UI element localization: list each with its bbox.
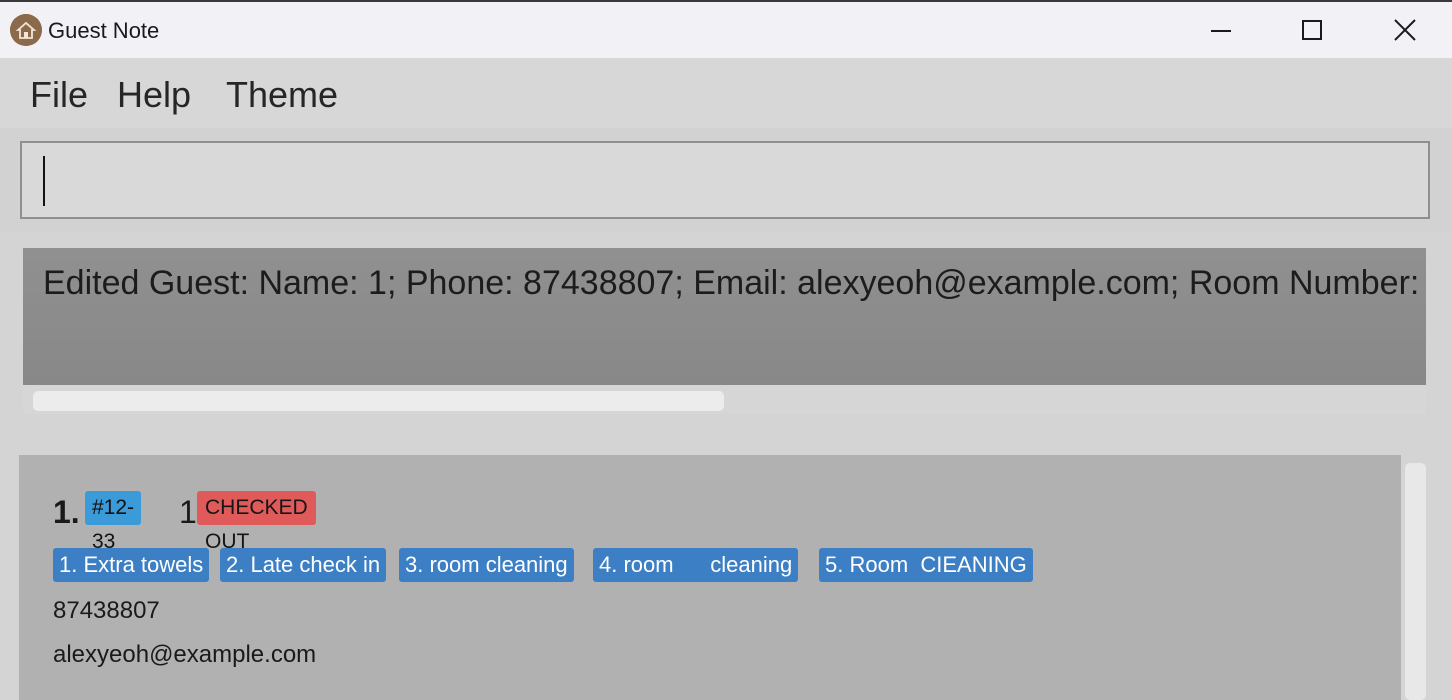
guest-phone: 87438807 — [53, 597, 160, 624]
window-title: Guest Note — [48, 18, 160, 43]
text-caret — [43, 156, 45, 206]
minimize-button[interactable] — [1198, 14, 1244, 48]
result-display: Edited Guest: Name: 1; Phone: 87438807; … — [23, 248, 1426, 414]
request-tag: 1. Extra towels — [53, 548, 210, 582]
guest-email: alexyeoh@example.com — [53, 641, 317, 668]
room-number-tag: #12-33 — [85, 491, 142, 553]
title-bar: Guest Note — [0, 0, 1452, 58]
command-area — [0, 128, 1452, 232]
request-tag: 5. Room CIEANING — [819, 548, 1033, 582]
menu-help[interactable]: Help — [117, 74, 191, 116]
maximize-button[interactable] — [1289, 14, 1335, 48]
guest-name: 1 — [179, 494, 197, 530]
menu-bar: File Help Theme — [0, 58, 1452, 128]
request-tag: 3. room cleaning — [399, 548, 574, 582]
guest-list[interactable]: 1. #12-33 1 CHECKED OUT 1. Extra towels … — [19, 455, 1401, 700]
menu-theme[interactable]: Theme — [226, 74, 338, 116]
close-button[interactable] — [1382, 14, 1428, 48]
request-tag: 2. Late check in — [220, 548, 387, 582]
request-tag: 4. room cleaning — [593, 548, 799, 582]
result-message: Edited Guest: Name: 1; Phone: 87438807; … — [43, 264, 1426, 302]
menu-file[interactable]: File — [30, 74, 88, 116]
maximize-icon — [1302, 20, 1322, 40]
horizontal-scrollbar-thumb[interactable] — [33, 391, 724, 411]
close-icon — [1394, 19, 1416, 41]
house-icon — [10, 14, 42, 46]
status-badge: CHECKED OUT — [197, 491, 316, 553]
guest-index: 1. — [53, 494, 80, 530]
vertical-scrollbar[interactable] — [1405, 463, 1426, 700]
result-text-area[interactable]: Edited Guest: Name: 1; Phone: 87438807; … — [23, 248, 1426, 385]
minimize-icon — [1211, 30, 1231, 32]
command-input[interactable] — [20, 141, 1430, 219]
